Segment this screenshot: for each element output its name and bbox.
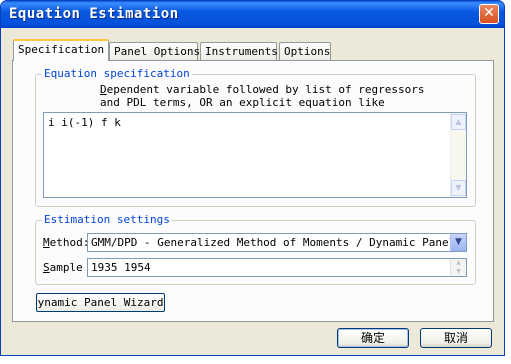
scroll-up-icon[interactable]: ▲ — [451, 114, 466, 130]
equation-estimation-dialog: Equation Estimation ✕ Specification Pane… — [0, 0, 505, 356]
sample-label: Sample — [43, 261, 83, 274]
close-icon: ✕ — [483, 5, 495, 21]
equation-specification-legend: Equation specification — [42, 67, 192, 80]
close-button[interactable]: ✕ — [479, 4, 499, 24]
equation-input-value: i i(-1) f k — [48, 116, 121, 129]
window-title: Equation Estimation — [9, 6, 179, 22]
spin-up-icon[interactable]: ▲ — [451, 259, 466, 268]
estimation-settings-legend: Estimation settings — [42, 213, 172, 226]
method-select[interactable]: GMM/DPD - Generalized Method of Moments … — [87, 233, 467, 252]
title-bar[interactable]: Equation Estimation ✕ — [1, 1, 504, 28]
tab-panel-options[interactable]: Panel Options — [109, 42, 200, 60]
chevron-down-icon[interactable]: ▼ — [450, 234, 466, 251]
sample-spinner[interactable]: ▲ ▼ — [450, 259, 466, 276]
equation-scrollbar[interactable]: ▲ ▼ — [450, 113, 466, 197]
equation-input[interactable]: i i(-1) f k ▲ ▼ — [43, 112, 467, 198]
dynamic-panel-wizard-button[interactable]: Dynamic Panel Wizard... — [36, 293, 165, 312]
cancel-button[interactable]: 取消 — [420, 328, 492, 348]
tab-specification[interactable]: Specification — [13, 39, 109, 61]
ok-button[interactable]: 确定 — [337, 328, 409, 348]
dynamic-panel-wizard-label: Dynamic Panel Wizard... — [37, 296, 164, 309]
equation-hint-line1: Dependent variable followed by list of r… — [100, 83, 425, 96]
sample-input[interactable]: 1935 1954 ▲ ▼ — [87, 258, 467, 277]
tab-instruments[interactable]: Instruments — [200, 42, 278, 60]
equation-hint-line2: and PDL terms, OR an explicit equation l… — [100, 96, 385, 109]
spin-down-icon[interactable]: ▼ — [451, 268, 466, 277]
method-select-value: GMM/DPD - Generalized Method of Moments … — [91, 236, 467, 249]
tab-options[interactable]: Options — [279, 42, 331, 60]
scroll-down-icon[interactable]: ▼ — [451, 180, 466, 196]
sample-input-value: 1935 1954 — [91, 261, 151, 274]
method-label: Method: — [43, 236, 90, 249]
